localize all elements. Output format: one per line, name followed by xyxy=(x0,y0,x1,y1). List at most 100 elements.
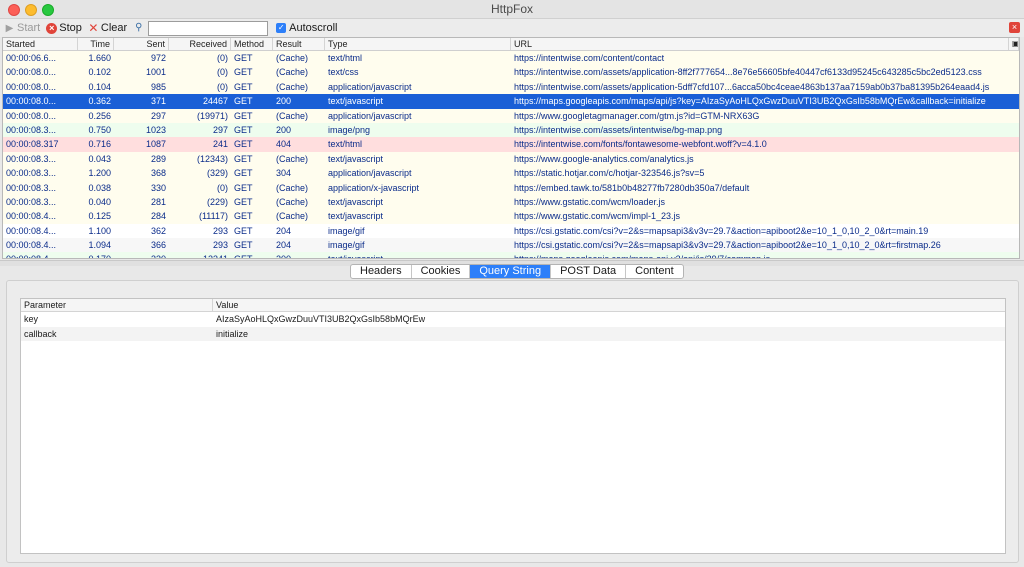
cell-received: (0) xyxy=(217,67,228,78)
cell-type: text/javascript xyxy=(328,96,384,107)
column-received[interactable]: Received xyxy=(169,38,231,50)
column-result[interactable]: Result xyxy=(273,38,325,50)
cell-url: https://intentwise.com/assets/applicatio… xyxy=(514,67,982,78)
cell-time: 1.094 xyxy=(88,240,111,251)
cell-method: GET xyxy=(234,182,253,193)
column-parameter[interactable]: Parameter xyxy=(21,299,213,311)
cell-sent: 366 xyxy=(150,240,166,251)
search-input[interactable] xyxy=(148,20,269,36)
cell-started: 00:00:06.6... xyxy=(6,53,57,63)
search-icon: ⚲ xyxy=(135,22,143,33)
cell-received: 293 xyxy=(212,240,228,251)
cell-url: https://www.gstatic.com/wcm/impl-1_23.js xyxy=(514,211,681,222)
cell-sent: 985 xyxy=(150,81,166,92)
cell-sent: 330 xyxy=(114,252,169,258)
window-zoom-button[interactable] xyxy=(42,4,54,16)
table-row[interactable]: 00:00:08.0... 0.102 1001 (0) GET (Cache) text/… xyxy=(3,65,1019,80)
cell-sent: 1001 xyxy=(145,67,166,78)
column-type[interactable]: Type xyxy=(325,38,511,50)
cell-type: text/javascript xyxy=(328,153,384,164)
cell-received: (229) xyxy=(206,196,228,207)
cell-sent: 289 xyxy=(150,153,166,164)
cell-result: (Cache) xyxy=(276,110,309,121)
column-method[interactable]: Method xyxy=(231,38,273,50)
cell-url: https://embed.tawk.to/581b0b48277fb7280d… xyxy=(514,182,750,193)
cell-sent: 1087 xyxy=(145,139,166,150)
param-value: AIzaSyAoHLQxGwzDuuVTI3UB2QxGsIb58bMQrEw xyxy=(216,314,426,324)
stop-label: Stop xyxy=(59,22,82,34)
cell-result: (Cache) xyxy=(276,153,309,164)
tab-headers[interactable]: Headers xyxy=(351,265,412,278)
cell-started: 00:00:08.3... xyxy=(6,153,57,164)
table-row[interactable]: 00:00:08.317 0.716 1087 241 GET 404 text/html h… xyxy=(3,137,1019,152)
cell-time: 1.660 xyxy=(88,53,111,63)
window-minimize-button[interactable] xyxy=(25,4,37,16)
cell-sent: 297 xyxy=(150,110,166,121)
cell-type: application/x-javascript xyxy=(328,182,420,193)
table-row[interactable]: 00:00:08.3... 0.750 1023 297 GET 200 image/png… xyxy=(3,122,1019,138)
tab-cookies[interactable]: Cookies xyxy=(412,265,471,278)
cell-type: text/css xyxy=(328,67,359,78)
cell-time: 0.102 xyxy=(88,67,111,78)
cell-type: image/gif xyxy=(328,240,365,251)
cell-started: 00:00:08.3... xyxy=(6,182,57,193)
table-row[interactable]: 00:00:06.6... 1.660 972 (0) GET (Cache) text/h… xyxy=(3,51,1019,66)
column-sent[interactable]: Sent xyxy=(114,38,169,50)
cell-result: (Cache) xyxy=(276,182,309,193)
table-row[interactable]: 00:00:08.3... 0.043 289 (12343) GET (Cache) te… xyxy=(3,151,1019,167)
close-panel-icon[interactable]: × xyxy=(1009,22,1020,33)
cell-started: 00:00:08.4... xyxy=(6,225,57,236)
autoscroll-toggle[interactable]: ✓ Autoscroll xyxy=(276,22,337,34)
stop-button[interactable]: × Stop xyxy=(46,22,82,34)
cell-method: GET xyxy=(234,124,253,135)
cell-url: https://www.google-analytics.com/analyti… xyxy=(514,153,694,164)
cell-time: 0.716 xyxy=(88,139,111,150)
detail-panel: Parameter Value key AIzaSyAoHLQxGwzDuuVT… xyxy=(6,280,1019,563)
column-picker-icon[interactable]: ▣ xyxy=(1009,38,1019,50)
tab-post-data[interactable]: POST Data xyxy=(551,265,627,278)
table-row[interactable]: 00:00:08.3... 0.040 281 (229) GET (Cache) text… xyxy=(3,194,1019,210)
cell-type: text/javascript xyxy=(328,196,384,207)
cell-time: 0.256 xyxy=(88,110,111,121)
autoscroll-label: Autoscroll xyxy=(289,22,338,34)
table-row[interactable]: 00:00:08.4... 1.100 362 293 GET 204 image/gif h… xyxy=(3,223,1019,239)
cell-received: (0) xyxy=(217,182,228,193)
cell-type: text/javascript xyxy=(328,211,384,222)
checkbox-checked-icon[interactable]: ✓ xyxy=(276,23,287,33)
table-row[interactable]: 00:00:08.0... 0.256 297 (19971) GET (Cache) ap… xyxy=(3,108,1019,123)
cell-sent: 368 xyxy=(150,168,166,179)
clear-label: Clear xyxy=(100,22,128,34)
table-row[interactable]: 00:00:08.4...0.17033012341GET200text/jav… xyxy=(3,252,1019,258)
table-row[interactable]: 00:00:08.3... 0.038 330 (0) GET (Cache) applic… xyxy=(3,180,1019,195)
cell-started: 00:00:08.3... xyxy=(6,196,57,207)
query-string-row[interactable]: key AIzaSyAoHLQxGwzDuuVTI3UB2QxGsIb58bMQ… xyxy=(21,312,1005,327)
column-started[interactable]: Started xyxy=(3,38,78,50)
column-url[interactable]: URL xyxy=(511,38,1009,50)
cell-received: 12341 xyxy=(169,252,231,258)
cell-time: 1.200 xyxy=(88,168,111,179)
cell-time: 0.362 xyxy=(88,96,111,107)
table-row[interactable]: 00:00:08.3... 1.200 368 (329) GET 304 applicat… xyxy=(3,166,1019,181)
table-row[interactable]: 00:00:08.4... 1.094 366 293 GET 204 image/gif h… xyxy=(3,238,1019,253)
query-string-row[interactable]: callback initialize xyxy=(21,326,1005,341)
column-time[interactable]: Time xyxy=(78,38,114,50)
clear-button[interactable]: ✕ Clear xyxy=(88,22,128,35)
table-row[interactable]: 00:00:08.4... 0.125 284 (11117) GET (Cache) te… xyxy=(3,209,1019,224)
cell-time: 0.104 xyxy=(88,81,111,92)
cell-url: https://intentwise.com/content/contact xyxy=(514,53,665,63)
table-row-selected[interactable]: 00:00:08.0... 0.362 371 24467 GET 200 text/jav… xyxy=(3,94,1019,109)
column-value[interactable]: Value xyxy=(213,299,1005,311)
start-button[interactable]: ▶ Start xyxy=(4,22,41,34)
table-row[interactable]: 00:00:08.0... 0.104 985 (0) GET (Cache) applic… xyxy=(3,79,1019,95)
cell-time: 0.040 xyxy=(88,196,111,207)
param-name: callback xyxy=(24,328,57,339)
tab-content[interactable]: Content xyxy=(626,265,683,278)
cell-method: GET xyxy=(234,81,253,92)
window-close-button[interactable] xyxy=(8,4,20,16)
cell-result: (Cache) xyxy=(276,81,309,92)
cell-method: GET xyxy=(234,96,253,107)
cell-type: application/javascript xyxy=(328,81,412,92)
tab-query-string[interactable]: Query String xyxy=(470,265,552,278)
toolbar: ▶ Start × Stop ✕ Clear ⚲ ✓ Autoscroll × xyxy=(0,19,1024,37)
request-table-body: 00:00:06.6... 1.660 972 (0) GET (Cache) text/h… xyxy=(3,51,1019,258)
